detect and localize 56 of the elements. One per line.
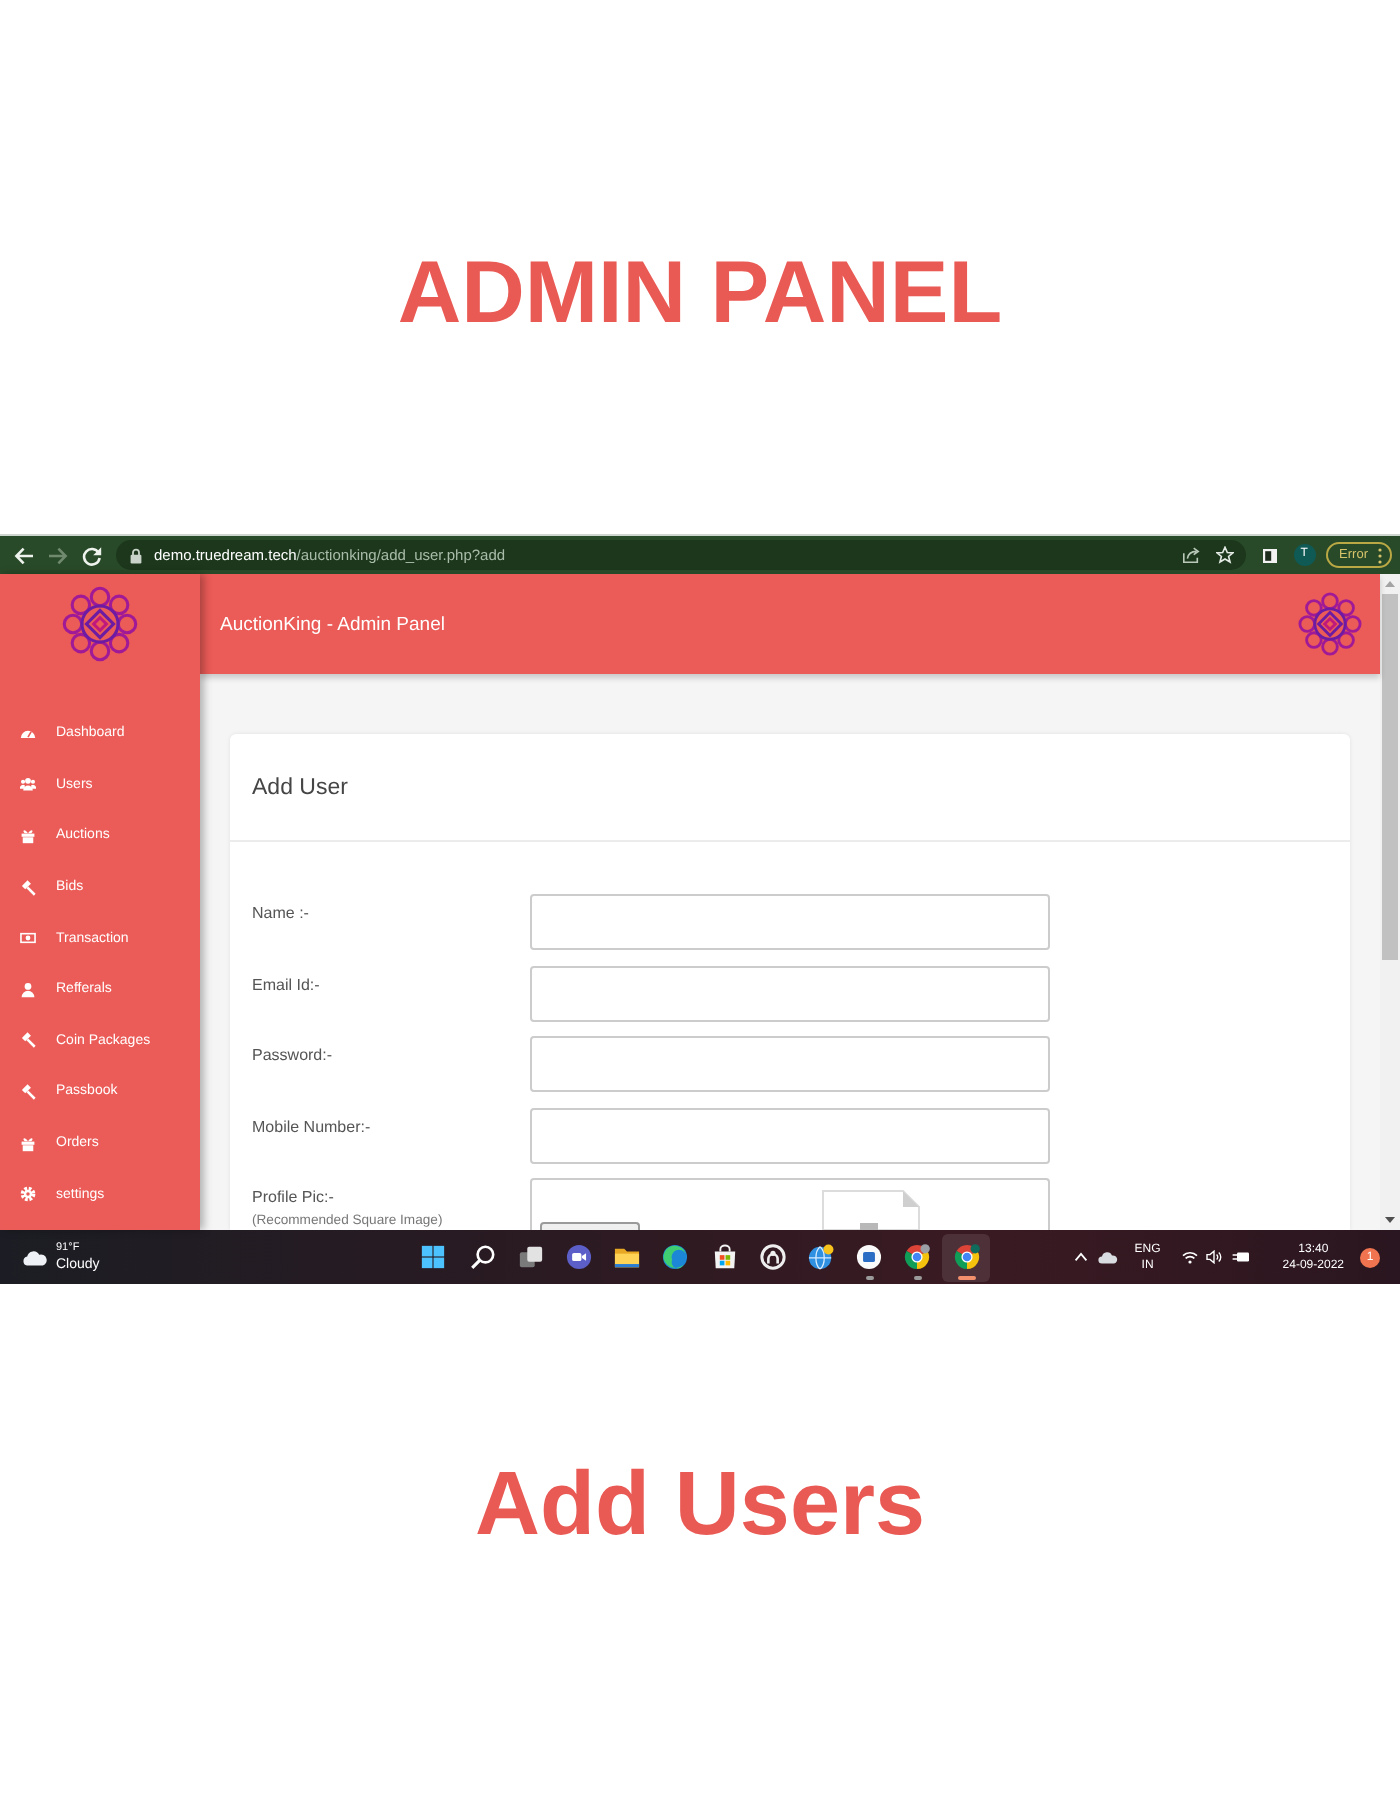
gift-icon [20,1135,36,1152]
ring-icon [759,1244,786,1270]
scrollbar-thumb[interactable] [1382,594,1398,960]
wifi-icon[interactable] [1182,1250,1199,1264]
text-input[interactable] [530,1036,1050,1092]
settings-icon [20,1186,36,1203]
open-indicator [865,1276,874,1279]
group-icon [20,776,36,793]
browser-icon [953,1244,980,1270]
field-label: Email Id:- [252,975,320,995]
text-input[interactable] [530,965,1050,1021]
sidebar-toggle-icon[interactable] [1261,547,1278,563]
page-caption: Add Users [474,1458,926,1550]
disc-icon [856,1244,883,1270]
task-view-icon [517,1244,544,1270]
logo-icon [62,586,138,662]
lock-icon [130,547,142,563]
app-title: AuctionKing - Admin Panel [220,613,445,635]
text-input[interactable] [530,894,1050,950]
gauge-icon [20,725,36,742]
page-headline: ADMIN PANEL [397,250,1003,338]
speaker-icon[interactable] [1206,1250,1223,1264]
folder-icon [614,1244,641,1270]
swirl-icon [662,1244,689,1270]
share-icon[interactable] [1181,546,1200,564]
search-icon [469,1244,496,1270]
text-input[interactable] [530,1107,1050,1163]
gavel-icon [20,1083,36,1100]
back-arrow-icon[interactable] [14,545,34,565]
gavel-icon [20,879,36,896]
field-label: Password:- [252,1046,333,1066]
video-chat-icon [566,1244,593,1270]
field-label: Mobile Number:- [252,1117,371,1137]
star-icon[interactable] [1215,546,1234,564]
open-indicator [957,1276,976,1279]
browser-icon [904,1244,931,1270]
scrollbar[interactable] [1380,574,1400,1230]
open-indicator [913,1276,922,1279]
start-icon [420,1244,447,1270]
field-label: Name :- [252,904,309,924]
cloud-icon[interactable] [22,1249,48,1265]
taskbar-button[interactable] [941,1233,991,1281]
gavel-icon [20,1032,36,1049]
shopping-bag-icon [711,1244,738,1270]
person-icon [20,981,36,998]
reload-icon[interactable] [82,545,102,565]
caret-up-icon[interactable] [1074,1252,1089,1262]
cloud-icon[interactable] [1098,1251,1119,1263]
gift-icon [20,827,36,844]
globe-icon [807,1244,834,1270]
banknote-icon [20,930,36,947]
logo-icon [1298,592,1362,656]
field-label: Profile Pic:- [252,1188,334,1208]
card-title: Add User [252,775,348,799]
battery-icon[interactable] [1232,1250,1251,1264]
scroll-down-icon[interactable] [1384,1216,1396,1224]
